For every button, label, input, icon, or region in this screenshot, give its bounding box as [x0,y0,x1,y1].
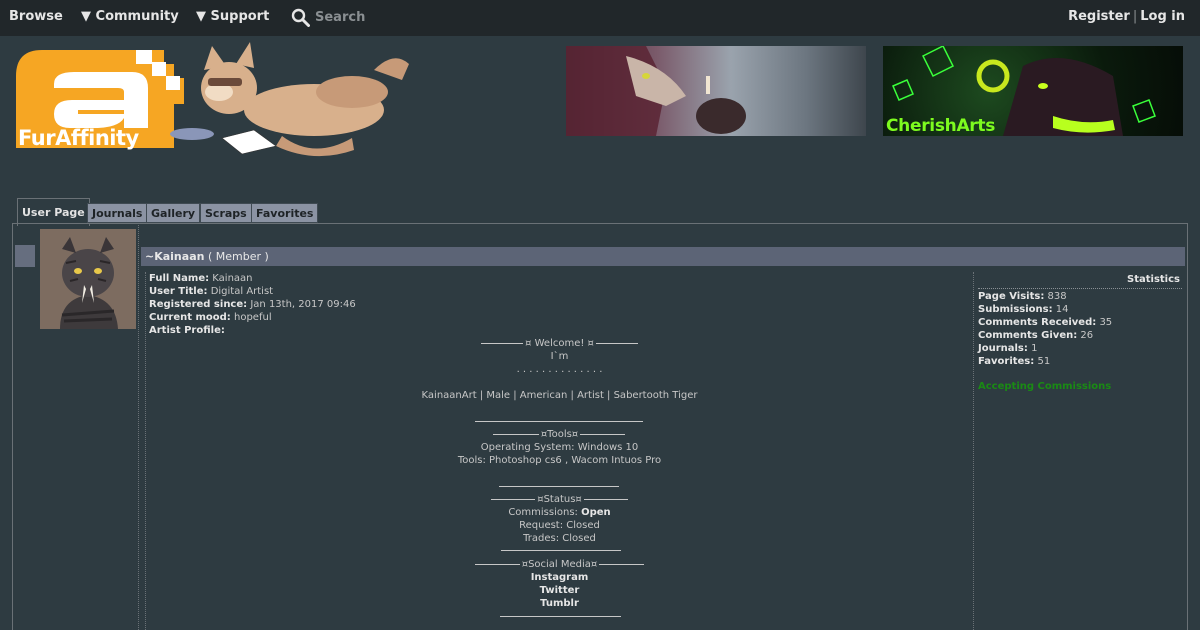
tools-box-bottom [499,481,619,487]
statistics-divider [978,288,1182,289]
tab-scraps[interactable]: Scraps [200,203,252,223]
social-link-instagram[interactable]: Instagram [531,572,589,583]
info-mood: Current mood: hopeful [149,312,272,323]
username[interactable]: Kainaan [154,250,204,263]
banner-2-text: CherishArts [886,116,996,136]
username-prefix: ~ [145,250,155,263]
stat-submissions: Submissions: 14 [978,304,1069,315]
search-label: Search [315,10,366,25]
tab-gallery[interactable]: Gallery [146,203,201,223]
social-row-twitter: Twitter [145,585,974,596]
banner-artwork-icon [566,46,746,136]
register-link[interactable]: Register [1068,9,1130,24]
logo-text: FurAffinity [18,126,139,150]
user-role: ( Member ) [207,250,269,263]
login-link[interactable]: Log in [1140,9,1185,24]
social-box-bottom [500,611,621,617]
social-row-instagram: Instagram [145,572,974,583]
profile-dots: . . . . . . . . . . . . . . [516,364,603,375]
status-box-bottom [501,545,621,551]
nav-browse[interactable]: Browse [9,9,63,24]
avatar-icon [40,229,136,329]
profile-commissions: Commissions: Open [508,507,611,518]
stat-comments-received: Comments Received: 35 [978,317,1113,328]
social-row-tumblr: Tumblr [145,598,974,609]
profile-tools-software: Tools: Photoshop cs6 , Wacom Intuos Pro [457,455,662,466]
profile-trades: Trades: Closed [523,533,596,544]
stat-favorites: Favorites: 51 [978,356,1051,367]
username-bar: ~Kainaan ( Member ) [141,247,1185,266]
profile-tools-os: Operating System: Windows 10 [480,442,639,453]
nav-support[interactable]: ▼ Support [196,9,269,24]
profile-tools-header: ¤Tools¤ [538,429,581,440]
banner-ad-2[interactable]: CherishArts [883,46,1183,136]
info-user-title: User Title: Digital Artist [149,286,274,297]
tab-user-page[interactable]: User Page [17,198,90,226]
avatar[interactable] [40,229,136,329]
search-icon [291,8,310,27]
menu-square[interactable] [15,245,35,267]
profile-tagline: KainaanArt | Male | American | Artist | … [421,390,698,401]
social-link-tumblr[interactable]: Tumblr [540,598,579,609]
info-registered: Registered since: Jan 13th, 2017 09:46 [149,299,356,310]
info-full-name: Full Name: Kainaan [149,273,253,284]
nav-community[interactable]: ▼ Community [81,9,179,24]
site-logo[interactable]: FurAffinity [14,40,424,162]
profile-im: I`m [550,351,569,362]
banner-ad-1[interactable] [566,46,866,136]
profile-request: Request: Closed [519,520,600,531]
profile-welcome: ¤ Welcome! ¤ [523,338,596,349]
tab-favorites[interactable]: Favorites [251,203,319,223]
auth-separator: | [1132,9,1138,24]
profile-social-header: ¤Social Media¤ [519,559,600,570]
profile-status-header: ¤Status¤ [535,494,584,505]
auth-links: Register | Log in [1068,9,1185,24]
social-link-twitter[interactable]: Twitter [540,585,580,596]
stat-journals: Journals: 1 [978,343,1038,354]
info-artist-profile: Artist Profile: [149,325,225,336]
welcome-box-bottom [475,416,643,422]
statistics-header: Statistics [1127,274,1180,285]
stat-comments-given: Comments Given: 26 [978,330,1094,341]
top-nav: Browse ▼ Community ▼ Support Search Regi… [0,0,1200,36]
commission-status: Accepting Commissions [978,381,1112,392]
tab-journals[interactable]: Journals [87,203,148,223]
stat-page-visits: Page Visits: 838 [978,291,1067,302]
nav-search[interactable]: Search [291,8,365,27]
